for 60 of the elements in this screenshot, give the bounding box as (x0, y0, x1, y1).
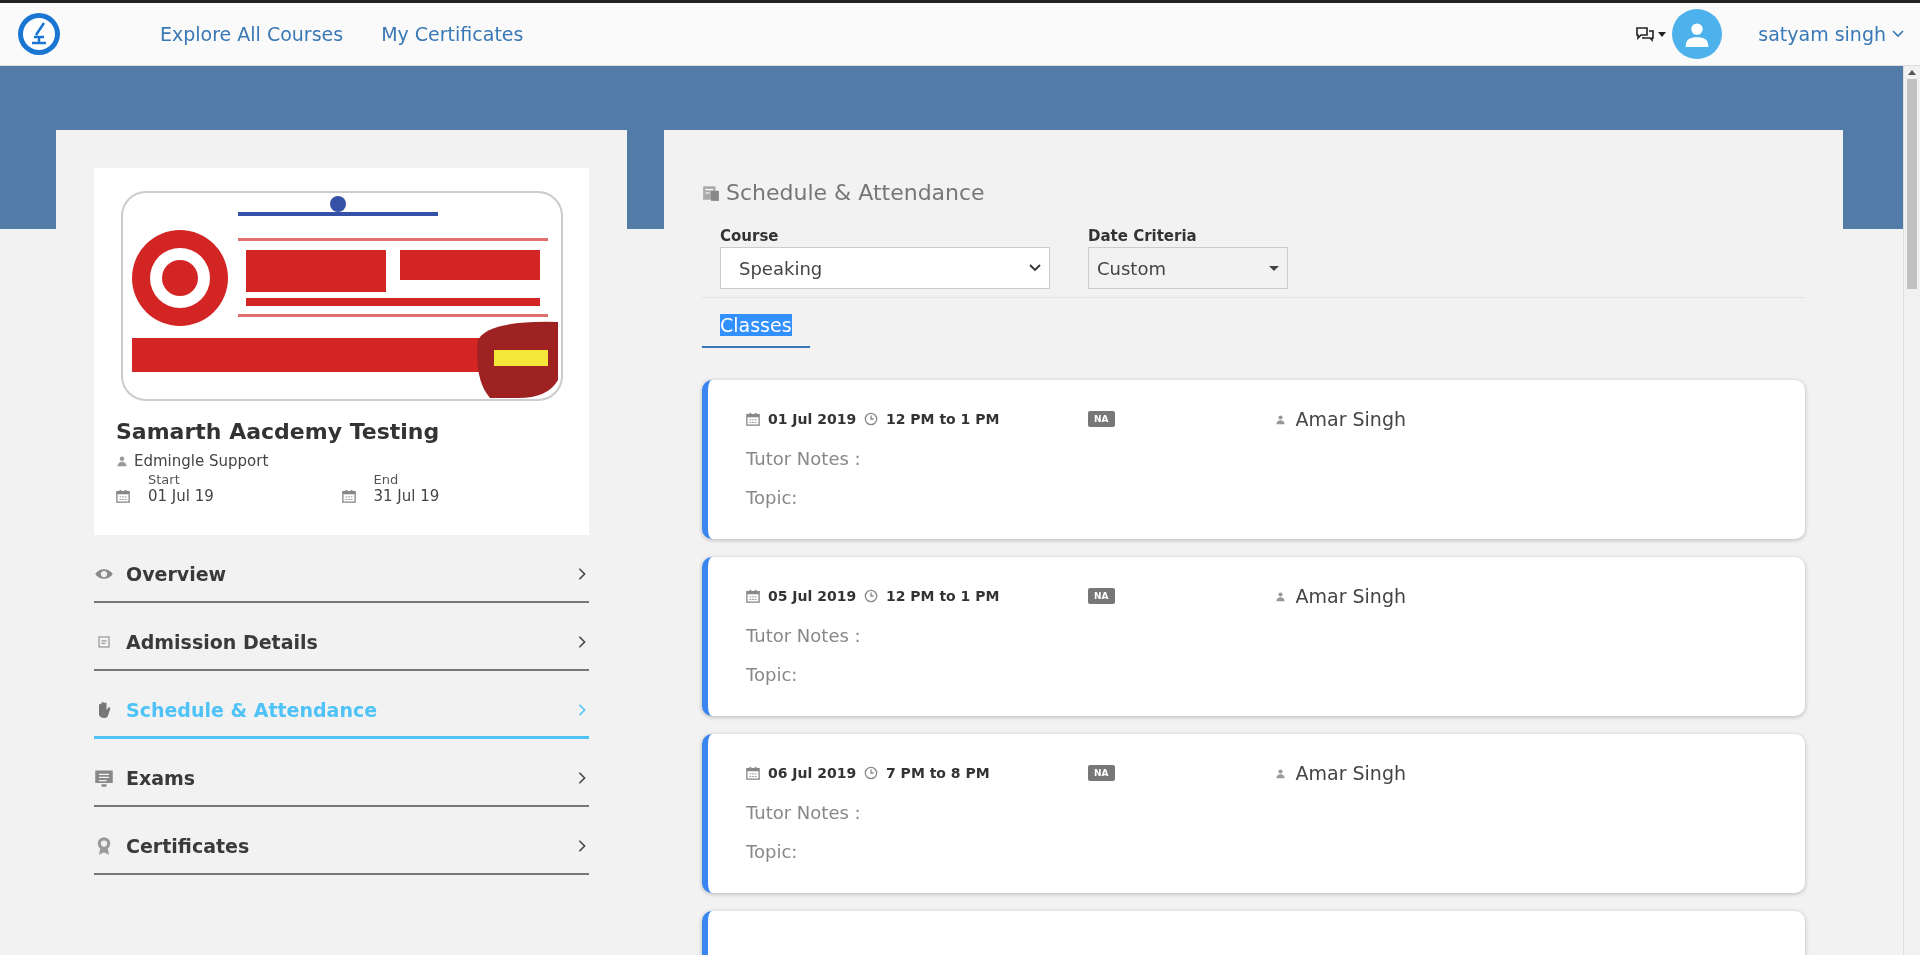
dropdown[interactable]: Custom (1088, 247, 1288, 289)
date-label: End (373, 472, 400, 487)
class-time: 12 PM to 1 PM (886, 588, 1001, 604)
person-icon (1274, 767, 1286, 779)
section-title: Schedule & Attendance (726, 180, 985, 205)
clock-icon (864, 589, 878, 603)
chevron-down-icon (1029, 264, 1041, 272)
topic-label: Topic: (746, 841, 799, 862)
caret-icon (1658, 31, 1667, 37)
scrollbar[interactable] (1903, 66, 1920, 955)
chevron-down-icon (1892, 30, 1904, 38)
logo-icon[interactable] (18, 13, 60, 55)
menu-item[interactable]: Exams (94, 739, 589, 807)
calendar-icon (746, 766, 760, 780)
person-icon (116, 455, 128, 467)
class-date: 06 Jul 2019 (768, 765, 858, 781)
instructor-name: Edmingle Support (134, 452, 269, 470)
tutor-name: Amar Singh (1295, 408, 1406, 430)
avatar[interactable] (1672, 9, 1723, 59)
class-time: 7 PM to 8 PM (886, 765, 991, 781)
calendar-icon (746, 412, 760, 426)
tutor-name: Amar Singh (1295, 762, 1406, 784)
nav-link[interactable]: Explore All Courses (160, 23, 344, 45)
monitor-icon (94, 768, 114, 788)
menu-item[interactable]: Certificates (94, 807, 589, 875)
calendar-icon (341, 489, 356, 503)
course-title: Samarth Aacdemy Testing (116, 419, 441, 444)
menu-item[interactable]: Overview (94, 535, 589, 603)
calendar-icon (116, 489, 130, 503)
person-icon (1274, 590, 1286, 602)
scroll-thumb[interactable] (1907, 79, 1917, 289)
topic-label: Topic: (746, 664, 799, 685)
topic-label: Topic: (746, 487, 799, 508)
menu-item[interactable]: Admission Details (94, 603, 589, 671)
filter-label: Date Criteria (1088, 227, 1198, 245)
date-label: Start (148, 472, 181, 487)
filter-label: Course (720, 227, 780, 245)
status-badge: NA (1088, 411, 1115, 427)
class-date: 05 Jul 2019 (768, 588, 858, 604)
tutor-notes-label: Tutor Notes : (746, 448, 862, 469)
chat-button[interactable] (1636, 26, 1667, 42)
status-badge: NA (1088, 765, 1115, 781)
tutor-notes-label: Tutor Notes : (746, 802, 862, 823)
class-time: 12 PM to 1 PM (886, 411, 1001, 427)
status-badge: NA (1088, 588, 1115, 604)
clock-icon (864, 412, 878, 426)
scroll-up-icon (1908, 70, 1916, 75)
tutor-name: Amar Singh (1295, 585, 1406, 607)
person-icon (1274, 413, 1286, 425)
start-date: 01 Jul 19 (148, 487, 215, 505)
dropdown[interactable]: Speaking (720, 247, 1050, 289)
caret-icon (1269, 265, 1279, 271)
clock-icon (864, 766, 878, 780)
calendar-icon (746, 589, 760, 603)
schedule-icon (702, 183, 720, 202)
class-date: 01 Jul 2019 (768, 411, 858, 427)
nav-link[interactable]: My Certificates (381, 23, 524, 45)
tutor-notes-label: Tutor Notes : (746, 625, 862, 646)
user-menu[interactable]: satyam singh (1758, 23, 1904, 45)
end-date: 31 Jul 19 (373, 487, 441, 505)
